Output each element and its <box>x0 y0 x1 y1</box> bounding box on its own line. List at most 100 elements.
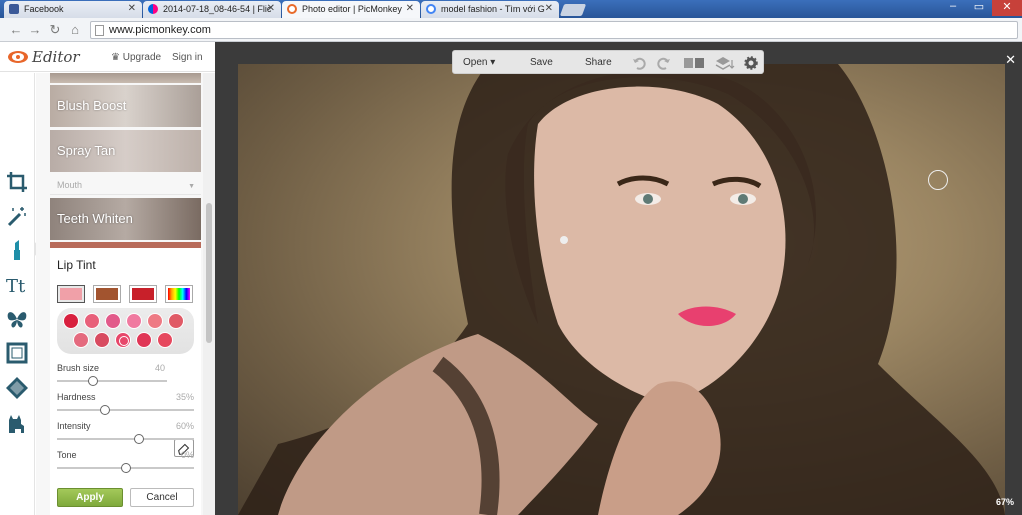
app-header: Editor ♛ Upgrade Sign in <box>0 42 215 72</box>
lip-tint-panel: Lip Tint Brush size 40 Hardness 35% Inte… <box>50 248 201 515</box>
text-icon[interactable]: Tt <box>5 273 29 297</box>
slider-knob[interactable] <box>134 434 145 444</box>
swatch[interactable] <box>136 332 152 348</box>
swatch[interactable] <box>126 313 142 329</box>
swatch[interactable] <box>168 313 184 329</box>
slider-knob[interactable] <box>120 463 131 473</box>
tone-label: Tone <box>57 450 77 460</box>
brush-size-label: Brush size <box>57 363 100 373</box>
compare-icon[interactable] <box>683 56 705 70</box>
close-tab-icon[interactable]: ✕ <box>267 3 275 14</box>
brush-size-slider[interactable] <box>57 376 167 386</box>
swatch[interactable] <box>105 313 121 329</box>
browser-tab-strip: Facebook ✕ 2014-07-18_08-46-54 | Flic ✕ … <box>0 0 1022 18</box>
slider-knob[interactable] <box>88 376 99 386</box>
slider-knob[interactable] <box>99 405 110 415</box>
new-tab-button[interactable] <box>559 4 587 16</box>
sign-in-link[interactable]: Sign in <box>172 52 203 63</box>
swatch[interactable] <box>84 313 100 329</box>
tab-picmonkey[interactable]: Photo editor | PicMonkey ✕ <box>282 1 420 18</box>
home-icon[interactable]: ⌂ <box>67 22 83 38</box>
texture-icon[interactable] <box>5 376 29 400</box>
color-swatches <box>57 308 194 354</box>
picmonkey-app: Editor ♛ Upgrade Sign in Tt Blush Boost … <box>0 42 1022 515</box>
scrollbar-thumb[interactable] <box>206 203 212 343</box>
save-button[interactable]: Save <box>530 57 553 68</box>
layers-icon[interactable] <box>715 56 735 70</box>
maximize-icon[interactable]: ▭ <box>966 0 992 16</box>
preset-brown[interactable] <box>93 285 121 303</box>
svg-text:Tt: Tt <box>6 276 26 297</box>
close-icon[interactable]: ✕ <box>1005 52 1016 68</box>
reload-icon[interactable]: ↻ <box>47 22 63 38</box>
preset-pink[interactable] <box>57 285 85 303</box>
teeth-whiten-thumb[interactable]: Teeth Whiten <box>50 198 201 240</box>
crop-icon[interactable] <box>5 170 29 194</box>
app-title: Editor <box>32 48 80 66</box>
intensity-slider[interactable] <box>57 434 194 444</box>
tab-google[interactable]: model fashion - Tìm với G ✕ <box>421 1 559 18</box>
brush-cursor <box>928 170 948 190</box>
url-text: www.picmonkey.com <box>109 24 211 36</box>
flickr-icon <box>148 4 158 14</box>
minimize-icon[interactable]: – <box>940 0 966 16</box>
close-tab-icon[interactable]: ✕ <box>128 3 136 14</box>
frame-icon[interactable] <box>5 341 29 365</box>
swatch[interactable] <box>157 332 173 348</box>
preset-red[interactable] <box>129 285 157 303</box>
chevron-down-icon: ▼ <box>188 183 195 190</box>
blush-boost-thumb[interactable]: Blush Boost <box>50 85 201 127</box>
crown-strip <box>50 73 201 83</box>
spray-tan-thumb[interactable]: Spray Tan <box>50 130 201 172</box>
close-tab-icon[interactable]: ✕ <box>545 3 553 14</box>
hardness-label: Hardness <box>57 392 96 402</box>
magic-wand-icon[interactable] <box>5 204 29 228</box>
picmonkey-icon <box>287 4 297 14</box>
cat-icon[interactable] <box>5 411 29 435</box>
open-button[interactable]: Open ▾ <box>463 57 495 68</box>
lip-tint-title: Lip Tint <box>57 258 96 272</box>
apply-button[interactable]: Apply <box>57 488 123 507</box>
brush-size-value: 40 <box>154 363 165 373</box>
upgrade-link[interactable]: ♛ Upgrade <box>111 52 161 63</box>
tab-flickr[interactable]: 2014-07-18_08-46-54 | Flic ✕ <box>143 1 281 18</box>
undo-icon[interactable] <box>632 56 646 70</box>
editor-toolbar: Open ▾ Save Share <box>452 50 764 74</box>
close-tab-icon[interactable]: ✕ <box>406 3 414 14</box>
photo-canvas[interactable] <box>238 64 1005 515</box>
swatch-selected[interactable] <box>115 332 131 348</box>
intensity-value: 60% <box>175 421 194 431</box>
back-icon[interactable]: ← <box>8 22 24 38</box>
portrait-image <box>238 64 1005 515</box>
picmonkey-logo-icon <box>8 51 28 63</box>
touch-up-panel: Blush Boost Spray Tan Mouth ▼ Teeth Whit… <box>36 73 215 515</box>
page-icon <box>95 25 104 36</box>
swatch[interactable] <box>73 332 89 348</box>
forward-icon[interactable]: → <box>27 22 43 38</box>
google-icon <box>426 4 436 14</box>
tone-slider[interactable] <box>57 463 194 473</box>
gear-icon[interactable] <box>744 56 758 70</box>
address-bar[interactable]: www.picmonkey.com <box>90 21 1018 39</box>
tab-title: model fashion - Tìm với G <box>441 4 545 14</box>
hardness-value: 35% <box>175 392 194 402</box>
preset-rainbow[interactable] <box>165 285 193 303</box>
lipstick-icon[interactable] <box>5 238 29 262</box>
butterfly-icon[interactable] <box>5 307 29 331</box>
intensity-label: Intensity <box>57 421 91 431</box>
close-window-icon[interactable]: ✕ <box>992 0 1022 16</box>
swatch[interactable] <box>63 313 79 329</box>
tab-facebook[interactable]: Facebook ✕ <box>4 1 142 18</box>
swatch[interactable] <box>147 313 163 329</box>
share-button[interactable]: Share <box>585 57 612 68</box>
tab-title: 2014-07-18_08-46-54 | Flic <box>163 4 272 14</box>
panel-scrollbar[interactable] <box>203 73 215 515</box>
cancel-button[interactable]: Cancel <box>130 488 194 507</box>
mouth-section-header[interactable]: Mouth ▼ <box>50 175 201 195</box>
redo-icon[interactable] <box>657 56 671 70</box>
navigation-bar: ← → ↻ ⌂ www.picmonkey.com <box>0 18 1022 42</box>
tab-title: Facebook <box>24 4 64 14</box>
swatch[interactable] <box>94 332 110 348</box>
hardness-slider[interactable] <box>57 405 194 415</box>
tool-sidebar: Tt <box>0 73 35 515</box>
